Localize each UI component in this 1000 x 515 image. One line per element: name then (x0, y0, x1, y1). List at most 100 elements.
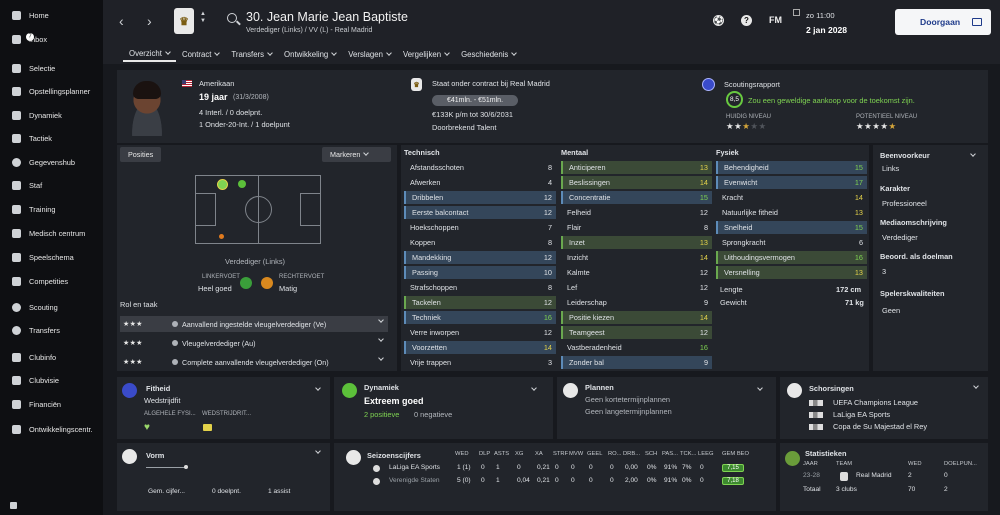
competition-icon (373, 478, 380, 485)
info-icon[interactable] (172, 340, 178, 346)
statistics-column-header[interactable]: DOELPUN... (944, 461, 977, 467)
tab-ontwikkeling[interactable]: Ontwikkeling (278, 46, 342, 62)
statistics-icon (785, 451, 800, 466)
positions-button[interactable]: Posities (120, 147, 162, 162)
statistics-column-header[interactable]: WED (908, 461, 922, 467)
mark-dropdown[interactable]: Markeren (322, 147, 391, 162)
chevron-down-icon[interactable] (378, 317, 384, 323)
heart-icon (122, 383, 137, 398)
attribute-value: 12 (543, 193, 552, 202)
chevron-down-icon[interactable] (378, 336, 384, 342)
attribute-name: Kracht (722, 193, 744, 202)
sidebar-item-inbox[interactable]: 7 Inbox (0, 30, 103, 48)
info-icon[interactable] (172, 359, 178, 365)
help-icon[interactable]: ? (741, 15, 752, 26)
sidebar-item-medisch-centrum[interactable]: Medisch centrum (0, 224, 103, 242)
attribute-name: Concentratie (569, 193, 611, 202)
statistics-column-header[interactable]: JAAR (803, 461, 818, 467)
role-label: Complete aanvallende vleugelverdediger (… (182, 357, 329, 367)
role-row[interactable]: ★★★ Vleugelverdediger (Au) (120, 335, 388, 351)
bottom-menu-icon[interactable] (10, 502, 17, 509)
season-cell: 91% (664, 464, 678, 471)
continue-button[interactable]: Doorgaan (895, 9, 991, 35)
form-avg-label: Gem. cijfer... (148, 488, 186, 495)
statistics-cell: 2 (944, 486, 948, 493)
season-column-header[interactable]: ASTS (494, 451, 509, 457)
sidebar-item-tactiek[interactable]: Tactiek (0, 129, 103, 147)
season-column-header[interactable]: STRF (553, 451, 568, 457)
length-label: Lengte (720, 285, 743, 294)
tab-overzicht[interactable]: Overzicht (123, 46, 176, 62)
scouting-icon (10, 301, 22, 313)
tab-transfers[interactable]: Transfers (225, 46, 278, 62)
season-column-header[interactable]: LEEG (698, 451, 713, 457)
season-column-header[interactable]: XA (535, 451, 543, 457)
sidebar-item-speelschema[interactable]: Speelschema (0, 248, 103, 266)
attribute-name: Hoekschoppen (410, 223, 459, 232)
attribute-value: 14 (699, 313, 708, 322)
role-row[interactable]: ★★★ Aanvallend ingestelde vleugelverdedig… (120, 316, 388, 332)
sidebar-item-financi-n[interactable]: Financiën (0, 395, 103, 413)
attribute-row: Passing 10 (404, 266, 556, 279)
sidebar-item-dynamiek[interactable]: Dynamiek (0, 106, 103, 124)
sidebar-item-staf[interactable]: Staf (0, 176, 103, 194)
attribute-row: Inzet 13 (561, 236, 712, 249)
info-icon[interactable] (172, 321, 178, 327)
role-row[interactable]: ★★★ Complete aanvallende vleugelverdedige… (120, 354, 388, 370)
sidebar-item-home[interactable]: Home (0, 6, 103, 24)
sidebar-item-training[interactable]: Training (0, 200, 103, 218)
attribute-name: Felheid (567, 208, 591, 217)
season-column-header[interactable]: PAS... (662, 451, 678, 457)
sidebar-item-competities[interactable]: Competities (0, 272, 103, 290)
tab-contract[interactable]: Contract (176, 46, 225, 62)
statistics-column-header[interactable]: TEAM (836, 461, 852, 467)
forward-arrow-icon[interactable]: › (147, 13, 152, 29)
sidebar-item-clubinfo[interactable]: Clubinfo (0, 348, 103, 366)
sidebar-item-ontwikkelingscentr-[interactable]: Ontwikkelingscentr. (0, 420, 103, 438)
tab-verslagen[interactable]: Verslagen (342, 46, 397, 62)
keyboard-icon (972, 18, 982, 26)
season-column-header[interactable]: GEEL (587, 451, 602, 457)
season-column-header[interactable]: DRB... (623, 451, 640, 457)
attribute-value: 7 (547, 223, 552, 232)
club-crest-icon[interactable]: ♛ (174, 8, 194, 34)
season-competition: LaLiga EA Sports (389, 464, 440, 471)
season-column-header[interactable]: SCH (645, 451, 657, 457)
attribute-name: Afstandsschoten (410, 163, 464, 172)
season-column-header[interactable]: WED (455, 451, 469, 457)
fm-logo[interactable]: FM (769, 15, 782, 25)
trophy-icon (10, 275, 22, 287)
tab-geschiedenis[interactable]: Geschiedenis (455, 46, 522, 62)
season-column-header[interactable]: DLP (479, 451, 490, 457)
sidebar-item-selectie[interactable]: Selectie (0, 59, 103, 77)
season-column-header[interactable]: TCK... (680, 451, 696, 457)
chevron-down-icon[interactable] (378, 355, 384, 361)
season-column-header[interactable]: XG (515, 451, 523, 457)
season-column-header[interactable]: MVW (569, 451, 583, 457)
ball-icon[interactable]: ⚽ (713, 15, 724, 26)
search-icon[interactable] (227, 13, 237, 23)
sidebar-item-opstellingsplanner[interactable]: Opstellingsplanner (0, 82, 103, 100)
player-up-down-icon[interactable]: ▲ ▼ (200, 11, 206, 25)
statistics-cell: 2 (908, 472, 912, 479)
back-arrow-icon[interactable]: ‹ (119, 13, 124, 29)
attribute-row: Uithoudingsvermogen 16 (716, 251, 867, 264)
usa-flag-icon (182, 80, 192, 87)
season-column-header[interactable]: GEM BEO (722, 451, 749, 457)
sidebar-item-gegevenshub[interactable]: Gegevenshub (0, 153, 103, 171)
attribute-row: Afwerken 4 (404, 176, 556, 189)
left-foot-value: Heel goed (198, 284, 232, 293)
attribute-row: Voorzetten 14 (404, 341, 556, 354)
transfer-value[interactable]: €41mln. - €51mln. (432, 95, 518, 106)
tab-vergelijken[interactable]: Vergelijken (397, 46, 455, 62)
current-level-stars: ★★★★★ (726, 121, 767, 131)
sidebar-item-clubvisie[interactable]: Clubvisie (0, 371, 103, 389)
technical-title: Technisch (404, 148, 440, 157)
season-cell: 0 (481, 464, 485, 471)
sidebar-item-label: Gegevenshub (29, 157, 76, 167)
sidebar-item-label: Clubinfo (29, 352, 57, 362)
season-column-header[interactable]: RO... (608, 451, 622, 457)
sidebar-item-scouting[interactable]: Scouting (0, 298, 103, 316)
attribute-row: Mandekking 12 (404, 251, 556, 264)
sidebar-item-transfers[interactable]: Transfers (0, 321, 103, 339)
